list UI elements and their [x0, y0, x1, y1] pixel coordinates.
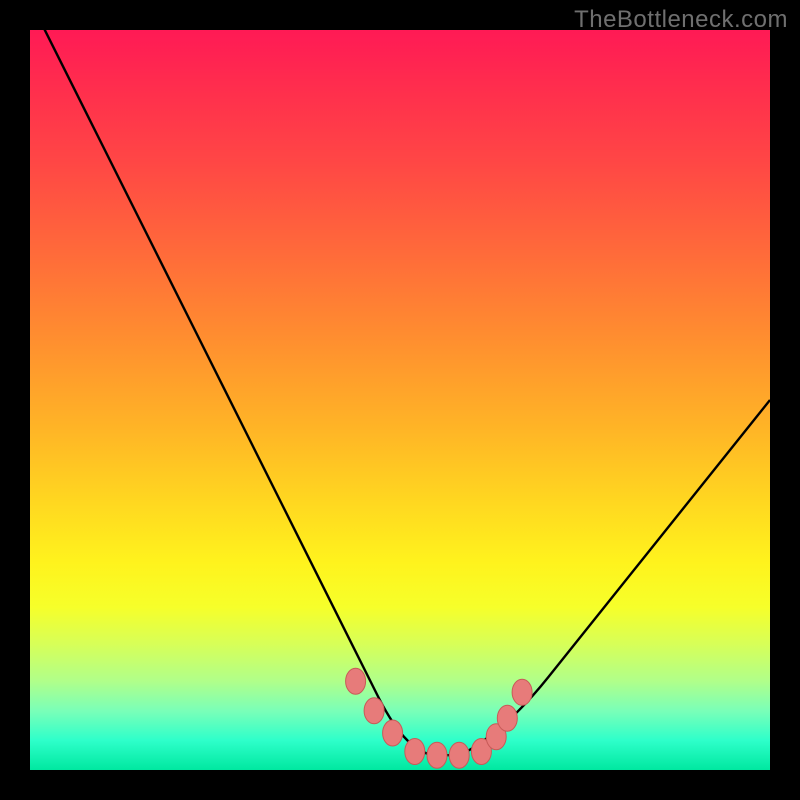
curve-marker: [427, 742, 447, 768]
chart-frame: TheBottleneck.com: [0, 0, 800, 800]
curve-marker: [449, 742, 469, 768]
bottleneck-curve: [30, 30, 770, 755]
curve-marker: [346, 668, 366, 694]
curve-marker: [383, 720, 403, 746]
chart-svg: [30, 30, 770, 770]
curve-marker: [405, 739, 425, 765]
curve-markers: [346, 668, 532, 768]
curve-marker: [512, 679, 532, 705]
curve-marker: [364, 698, 384, 724]
chart-plot-area: [30, 30, 770, 770]
curve-marker: [497, 705, 517, 731]
